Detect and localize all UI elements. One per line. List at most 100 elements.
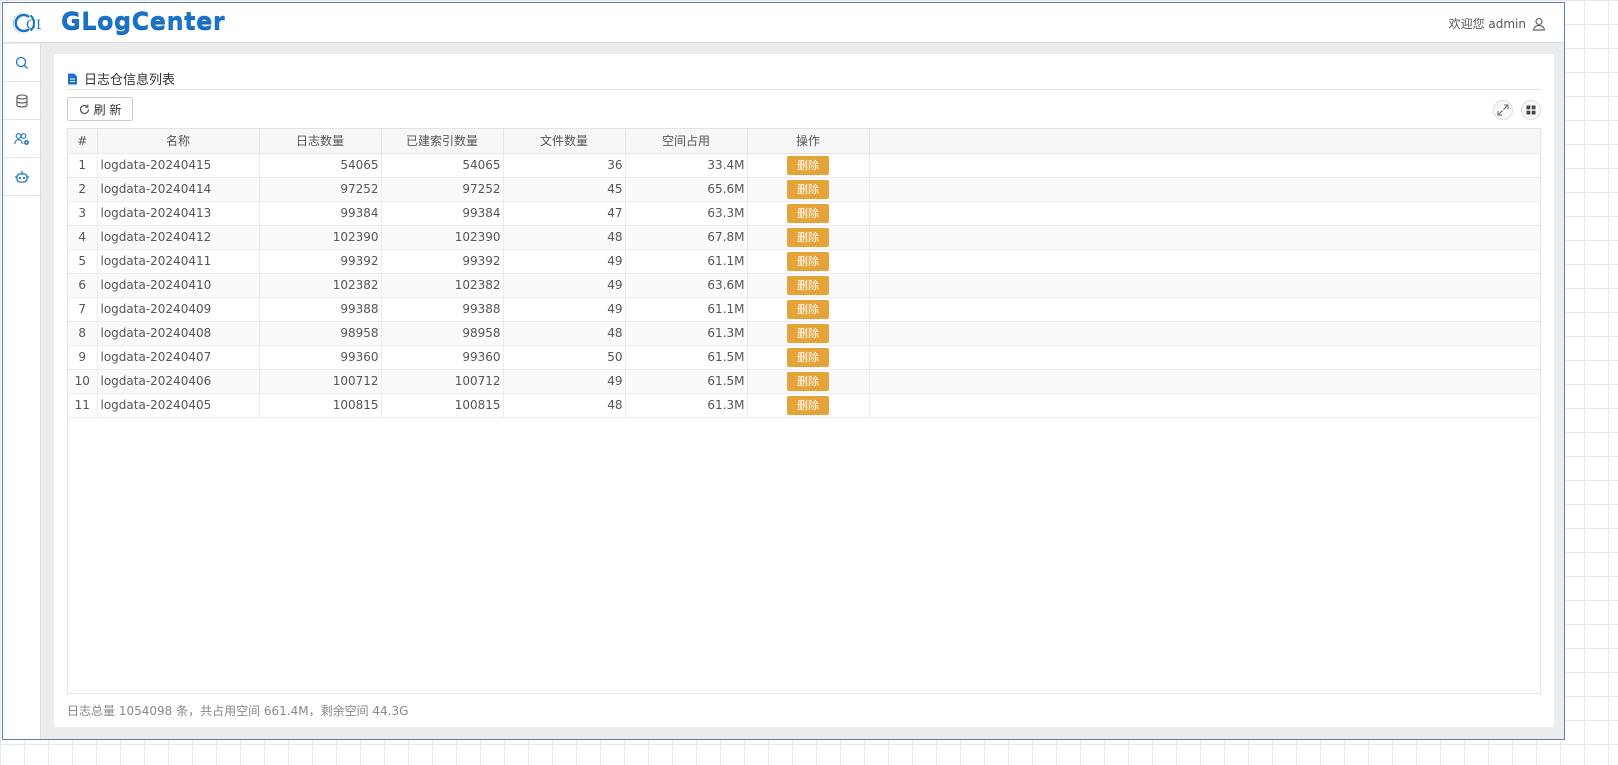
col-header-filler [869, 129, 1540, 154]
delete-button[interactable]: 删除 [787, 251, 829, 271]
file-count: 49 [503, 273, 626, 298]
database-icon [16, 93, 28, 108]
log-count: 54065 [259, 153, 382, 178]
delete-button[interactable]: 删除 [787, 395, 829, 415]
delete-button[interactable]: 删除 [787, 347, 829, 367]
indexed-count: 99360 [381, 345, 504, 370]
log-repo-panel: 日志仓信息列表 刷 新 # 名称 日志数量 已建索引数量 文件数量 空间占用 操… [54, 54, 1554, 727]
delete-button[interactable]: 删除 [787, 323, 829, 343]
user-menu[interactable]: 欢迎您 admin [1449, 15, 1546, 32]
col-header-actions: 操作 [747, 129, 870, 154]
grid-view-button[interactable] [1521, 100, 1541, 120]
log-count: 99388 [259, 297, 382, 322]
refresh-button[interactable]: 刷 新 [67, 97, 133, 121]
document-icon [68, 73, 77, 84]
filler-cell [869, 225, 1540, 250]
space-used: 33.4M [625, 153, 748, 178]
file-count: 48 [503, 321, 626, 346]
table-row: 4 logdata-20240412 102390 102390 48 67.8M 删除 [68, 225, 1540, 250]
table-row: 10 logdata-20240406 100712 100712 49 61.5M 删除 [68, 369, 1540, 394]
delete-button[interactable]: 删除 [787, 275, 829, 295]
filler-cell [869, 273, 1540, 298]
space-used: 63.3M [625, 201, 748, 226]
indexed-count: 100815 [381, 393, 504, 418]
indexed-count: 99384 [381, 201, 504, 226]
table-row: 9 logdata-20240407 99360 99360 50 61.5M 删除 [68, 345, 1540, 370]
repo-name: logdata-20240409 [97, 297, 260, 322]
row-index: 2 [68, 177, 98, 202]
delete-button[interactable]: 删除 [787, 299, 829, 319]
sidebar-item-users[interactable] [3, 120, 41, 158]
delete-button[interactable]: 删除 [787, 203, 829, 223]
row-index: 10 [68, 369, 98, 394]
table-row: 1 logdata-20240415 54065 54065 36 33.4M 删除 [68, 153, 1540, 178]
repo-name: logdata-20240408 [97, 321, 260, 346]
col-header-index: # [68, 129, 98, 154]
repo-name: logdata-20240415 [97, 153, 260, 178]
table-row: 11 logdata-20240405 100815 100815 48 61.3M 删除 [68, 393, 1540, 418]
actions-cell: 删除 [747, 321, 870, 346]
delete-button[interactable]: 删除 [787, 155, 829, 175]
indexed-count: 98958 [381, 321, 504, 346]
grid-icon [1526, 105, 1536, 115]
space-used: 61.5M [625, 369, 748, 394]
actions-cell: 删除 [747, 225, 870, 250]
filler-cell [869, 201, 1540, 226]
indexed-count: 100712 [381, 369, 504, 394]
expand-button[interactable] [1493, 100, 1513, 120]
log-count: 100712 [259, 369, 382, 394]
row-index: 3 [68, 201, 98, 226]
table-row: 3 logdata-20240413 99384 99384 47 63.3M 删除 [68, 201, 1540, 226]
repo-name: logdata-20240414 [97, 177, 260, 202]
file-count: 47 [503, 201, 626, 226]
summary-footer: 日志总量 1054098 条，共占用空间 661.4M，剩余空间 44.3G [67, 704, 409, 718]
log-count: 99360 [259, 345, 382, 370]
log-count: 99392 [259, 249, 382, 274]
user-icon[interactable] [1532, 17, 1546, 31]
actions-cell: 删除 [747, 393, 870, 418]
filler-cell [869, 321, 1540, 346]
filler-cell [869, 345, 1540, 370]
space-used: 61.1M [625, 249, 748, 274]
table-row: 8 logdata-20240408 98958 98958 48 61.3M 删除 [68, 321, 1540, 346]
sidebar-item-search[interactable] [3, 44, 41, 82]
actions-cell: 删除 [747, 345, 870, 370]
space-used: 61.3M [625, 393, 748, 418]
refresh-icon [79, 104, 89, 114]
row-index: 7 [68, 297, 98, 322]
log-repo-table: # 名称 日志数量 已建索引数量 文件数量 空间占用 操作 1 logdata-2… [67, 128, 1541, 694]
col-header-file-count: 文件数量 [503, 129, 626, 154]
indexed-count: 54065 [381, 153, 504, 178]
log-count: 97252 [259, 177, 382, 202]
actions-cell: 删除 [747, 273, 870, 298]
table-row: 2 logdata-20240414 97252 97252 45 65.6M 删除 [68, 177, 1540, 202]
row-index: 11 [68, 393, 98, 418]
delete-button[interactable]: 删除 [787, 179, 829, 199]
row-index: 5 [68, 249, 98, 274]
filler-cell [869, 177, 1540, 202]
file-count: 45 [503, 177, 626, 202]
space-used: 67.8M [625, 225, 748, 250]
app-title: GLogCenter [61, 7, 226, 35]
indexed-count: 99392 [381, 249, 504, 274]
repo-name: logdata-20240407 [97, 345, 260, 370]
top-header: CL GLogCenter 欢迎您 admin [3, 3, 1564, 43]
page-scrollbar[interactable] [1602, 40, 1618, 765]
repo-name: logdata-20240413 [97, 201, 260, 226]
indexed-count: 97252 [381, 177, 504, 202]
repo-name: logdata-20240410 [97, 273, 260, 298]
file-count: 48 [503, 393, 626, 418]
search-icon [15, 56, 28, 69]
space-used: 61.1M [625, 297, 748, 322]
log-count: 100815 [259, 393, 382, 418]
filler-cell [869, 297, 1540, 322]
space-used: 65.6M [625, 177, 748, 202]
delete-button[interactable]: 删除 [787, 371, 829, 391]
sidebar-item-robot[interactable] [3, 158, 41, 196]
table-header-row: # 名称 日志数量 已建索引数量 文件数量 空间占用 操作 [68, 129, 1540, 154]
sidebar-item-database[interactable] [3, 82, 41, 120]
file-count: 50 [503, 345, 626, 370]
sidebar [3, 44, 41, 739]
col-header-indexed-count: 已建索引数量 [381, 129, 504, 154]
delete-button[interactable]: 删除 [787, 227, 829, 247]
